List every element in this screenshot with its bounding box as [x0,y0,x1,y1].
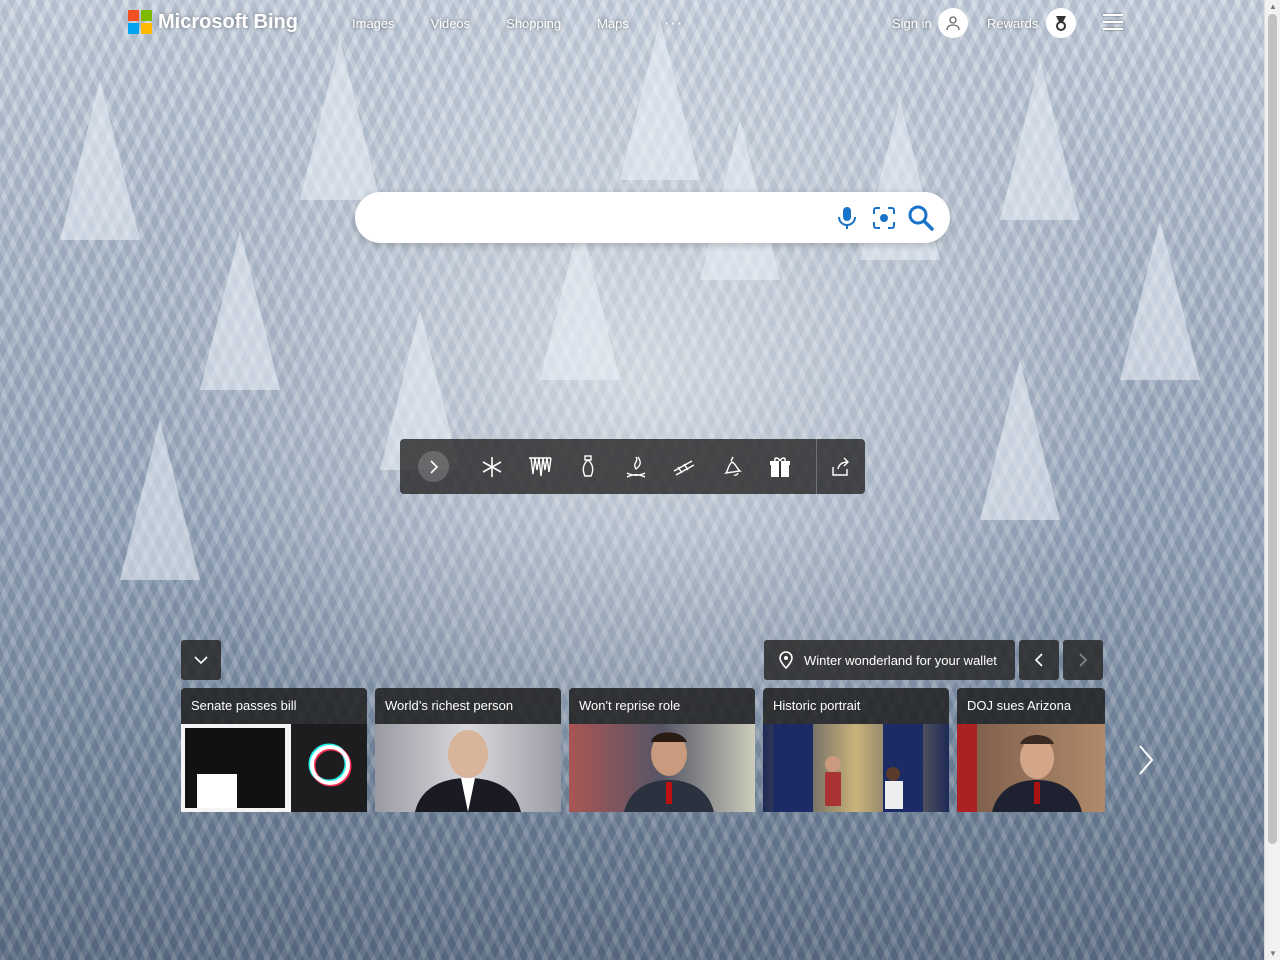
news-card[interactable]: DOJ sues Arizona [957,688,1105,812]
chevron-right-icon [1079,653,1088,667]
scroll-down-icon[interactable]: ▼ [1269,949,1277,958]
gift-icon[interactable] [768,455,792,479]
sled-icon[interactable] [672,455,696,479]
news-card-image [957,724,1105,812]
rewards-label: Rewards [987,15,1039,31]
image-info-button[interactable]: Winter wonderland for your wallet [764,640,1015,680]
scrollbar-thumb[interactable] [1268,14,1277,844]
avatar-icon [937,8,968,38]
news-card[interactable]: World’s richest person [375,688,561,812]
news-card-image [375,724,561,812]
news-next-button[interactable] [1136,744,1156,781]
search-box [355,192,950,243]
sign-in-button[interactable]: Sign in [892,8,968,38]
news-card-title: Senate passes bill [191,698,297,713]
icicles-icon[interactable] [528,455,552,479]
previous-image-button[interactable] [1019,640,1059,680]
nav-shopping[interactable]: Shopping [506,16,561,31]
chevron-right-icon [429,459,438,474]
share-icon[interactable] [828,455,852,479]
collapse-news-button[interactable] [181,640,221,680]
toolbar-divider [816,439,817,494]
microsoft-logo-icon [128,10,152,34]
news-card-image [181,724,367,812]
news-card[interactable]: Senate passes bill [181,688,367,812]
news-card-title: DOJ sues Arizona [967,698,1072,713]
nav-images[interactable]: Images [352,16,395,31]
ornament-icon[interactable] [576,455,600,479]
news-card-image [763,724,949,812]
image-info-label: Winter wonderland for your wallet [804,652,997,668]
nav-maps[interactable]: Maps [597,16,629,31]
image-toolbar [400,439,865,494]
visual-search-icon[interactable] [870,204,898,232]
snowflake-icon[interactable] [480,455,504,479]
menu-icon[interactable] [1103,14,1123,30]
top-nav: Images Videos Shopping Maps ··· [352,16,684,31]
scroll-up-icon[interactable]: ▲ [1269,2,1277,11]
microphone-icon[interactable] [833,204,861,232]
chevron-right-icon [1139,745,1154,775]
brand-name: Microsoft Bing [158,10,298,33]
scrollbar[interactable]: ▲ ▼ [1264,0,1280,960]
search-input[interactable] [371,204,825,232]
location-pin-icon [779,651,793,669]
news-card-title: Won't reprise role [579,698,681,713]
news-card-image [569,724,755,812]
nav-videos[interactable]: Videos [431,16,471,31]
toolbar-next-button[interactable] [418,451,449,482]
campfire-icon[interactable] [624,455,648,479]
search-icon[interactable] [907,204,935,232]
chevron-down-icon [194,656,208,665]
news-card-title: Historic portrait [773,698,861,713]
rewards-medal-icon [1046,8,1077,38]
bing-logo[interactable]: Microsoft Bing [128,10,298,34]
rewards-button[interactable]: Rewards [987,8,1077,38]
news-card-title: World’s richest person [385,698,514,713]
nav-more[interactable]: ··· [665,16,684,31]
next-image-button[interactable] [1063,640,1103,680]
sign-in-label: Sign in [892,15,932,31]
news-card[interactable]: Won't reprise role [569,688,755,812]
news-card[interactable]: Historic portrait [763,688,949,812]
bell-icon[interactable] [720,455,744,479]
chevron-left-icon [1034,653,1043,667]
